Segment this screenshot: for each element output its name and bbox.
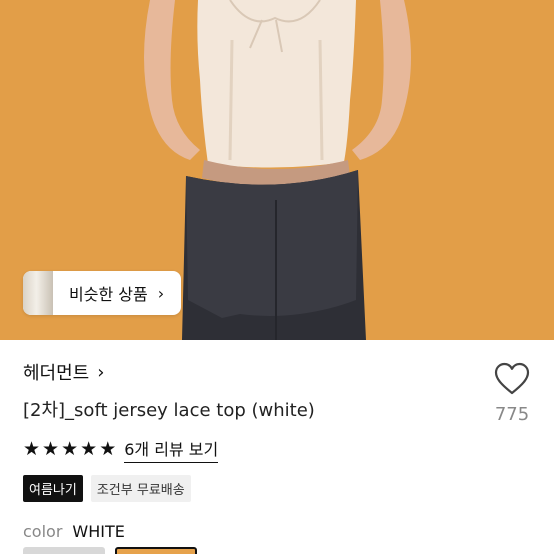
star-icon: ★	[61, 438, 79, 460]
review-link[interactable]: 6개 리뷰 보기	[124, 436, 219, 463]
brand-name: 헤더먼트	[23, 363, 90, 384]
product-title: [2차]_soft jersey lace top (white)	[23, 400, 315, 421]
color-option-value: WHITE	[72, 522, 125, 541]
star-icon: ★	[99, 438, 117, 460]
heart-outline-icon	[494, 362, 530, 395]
like-count: 775	[494, 404, 530, 425]
color-option-label: color	[23, 522, 63, 541]
similar-product-thumbnail	[23, 271, 53, 315]
color-option-row: color WHITE	[23, 522, 125, 541]
rating-row: ★ ★ ★ ★ ★ 6개 리뷰 보기	[23, 436, 219, 463]
chevron-right-icon: ›	[97, 361, 105, 383]
product-hero-image[interactable]: 비슷한 상품 ›	[0, 0, 554, 340]
star-icon: ★	[23, 438, 41, 460]
tag-summer: 여름나기	[23, 475, 83, 502]
color-swatch-selected[interactable]	[115, 547, 197, 554]
color-swatches	[23, 547, 197, 554]
tags-row: 여름나기 조건부 무료배송	[23, 475, 191, 502]
color-swatch-gray[interactable]	[23, 547, 105, 554]
star-icon: ★	[80, 438, 98, 460]
star-rating: ★ ★ ★ ★ ★	[23, 440, 116, 459]
star-icon: ★	[42, 438, 60, 460]
brand-link[interactable]: 헤더먼트 ›	[23, 359, 104, 385]
similar-products-button[interactable]: 비슷한 상품 ›	[23, 271, 181, 315]
chevron-right-icon: ›	[157, 283, 165, 303]
like-button[interactable]: 775	[490, 362, 534, 425]
similar-products-label: 비슷한 상품	[69, 285, 148, 304]
tag-free-shipping: 조건부 무료배송	[90, 475, 191, 502]
